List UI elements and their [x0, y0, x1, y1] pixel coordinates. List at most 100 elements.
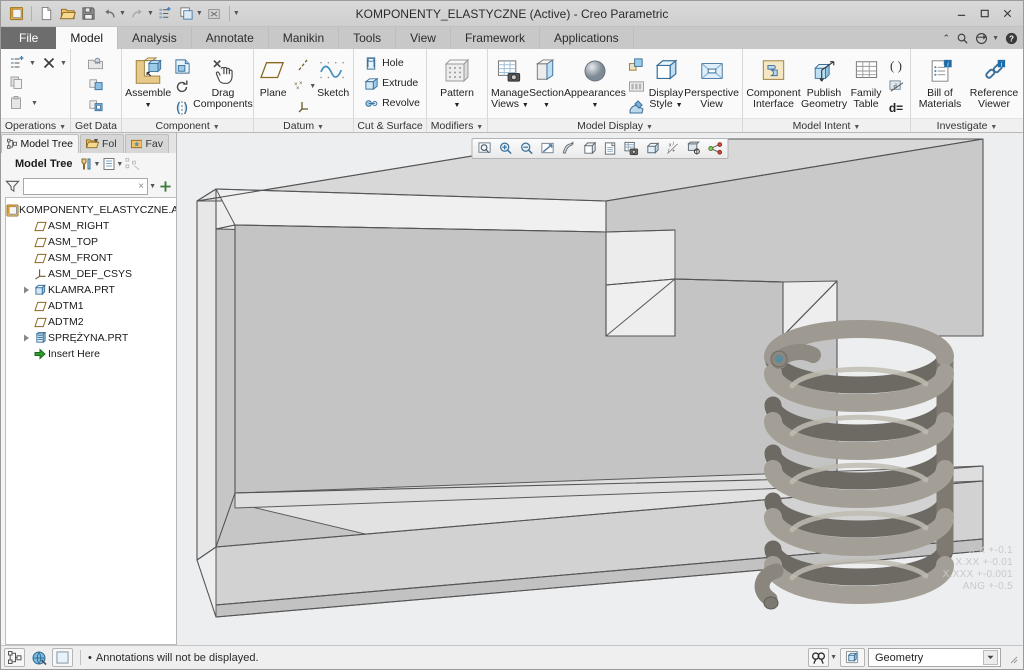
tree-item-insert-here[interactable]: Insert Here	[6, 346, 176, 362]
nav-tab-model-tree[interactable]: Model Tree	[1, 134, 79, 153]
drag-components-button[interactable]: Drag Components	[193, 53, 253, 110]
perspective-view-button[interactable]: Perspective View	[684, 53, 739, 110]
tree-settings-dropdown-icon[interactable]: ▼	[93, 161, 100, 168]
shrinkwrap-button[interactable]	[85, 95, 107, 115]
ribbon-group-model-intent-title[interactable]: Model Intent ▼	[743, 118, 910, 132]
new-icon[interactable]	[37, 4, 56, 23]
revolve-button[interactable]: Revolve	[360, 93, 423, 113]
tab-model[interactable]: Model	[56, 27, 119, 49]
appearances-button[interactable]: Appearances ▼	[564, 53, 626, 111]
tree-display-icon[interactable]	[102, 157, 116, 171]
manage-views-button[interactable]: Manage Views ▼	[491, 53, 529, 111]
search-tool-icon[interactable]	[808, 648, 830, 667]
tree-item-asm-front[interactable]: ASM_FRONT	[6, 250, 176, 266]
merge-inheritance-button[interactable]	[85, 74, 107, 94]
regenerate-icon[interactable]	[156, 4, 175, 23]
nav-tab-favorites[interactable]: Fav	[125, 134, 169, 153]
tree-item-asm-right[interactable]: ASM_RIGHT	[6, 218, 176, 234]
view-manager-icon[interactable]	[622, 140, 642, 158]
redo-icon[interactable]	[128, 4, 147, 23]
pattern-dropdown-icon[interactable]: ▼	[454, 102, 461, 109]
zoom-out-icon[interactable]	[517, 140, 537, 158]
tree-settings-icon[interactable]	[79, 157, 93, 171]
explode-view-button[interactable]	[626, 55, 648, 75]
tree-item-adtm2[interactable]: ADTM2	[6, 314, 176, 330]
spin-center-icon[interactable]	[685, 140, 705, 158]
assemble-button[interactable]: Assemble ▼	[125, 53, 171, 111]
close-window-icon[interactable]	[205, 4, 224, 23]
pattern-button[interactable]: Pattern ▼	[430, 53, 484, 111]
ribbon-group-get-data-title[interactable]: Get Data ▼	[70, 118, 122, 145]
model-tree[interactable]: KOMPONENTY_ELASTYCZNE.ASM ASM_RIGHT ASM_…	[5, 197, 176, 645]
tree-item-sprezyna[interactable]: SPRĘŻYNA.PRT	[6, 330, 176, 346]
publish-geometry-button[interactable]: Publish Geometry	[801, 53, 847, 110]
section-dropdown-icon[interactable]: ▼	[543, 102, 550, 109]
filter-dropdown-icon[interactable]: ▼	[149, 183, 156, 190]
import-button[interactable]	[85, 53, 107, 73]
repaint-icon[interactable]	[538, 140, 558, 158]
perspective-icon[interactable]	[643, 140, 663, 158]
relations-button[interactable]: d	[885, 76, 907, 96]
save-icon[interactable]	[79, 4, 98, 23]
ribbon-group-operations-title[interactable]: Operations ▼	[1, 118, 70, 132]
ribbon-group-datum-title[interactable]: Datum ▼	[254, 118, 354, 132]
hole-button[interactable]: Hole	[360, 53, 407, 73]
datum-display-icon[interactable]	[559, 140, 579, 158]
component-interface-button[interactable]: Component Interface	[746, 53, 801, 110]
active-window-icon[interactable]	[840, 648, 865, 667]
ribbon-group-model-display-title[interactable]: Model Display ▼	[488, 118, 742, 132]
tab-file[interactable]: File	[1, 27, 57, 49]
selection-filter-combo[interactable]: Geometry	[868, 648, 1001, 667]
sketch-button[interactable]: Sketch	[316, 53, 350, 99]
tab-manikin[interactable]: Manikin	[269, 27, 340, 49]
refit-icon[interactable]	[475, 140, 495, 158]
tab-applications[interactable]: Applications	[540, 27, 634, 49]
filter-clear-icon[interactable]: ×	[138, 181, 144, 192]
repeat-button[interactable]	[171, 77, 193, 97]
drag-packaged-icon[interactable]	[706, 140, 726, 158]
maximize-button[interactable]	[973, 3, 996, 25]
minimize-button[interactable]	[950, 3, 973, 25]
family-table-button[interactable]: Family Table	[847, 53, 885, 110]
tree-item-klamra[interactable]: KLAMRA.PRT	[6, 282, 176, 298]
paste-dropdown-icon[interactable]: ▼	[31, 100, 38, 107]
open-icon[interactable]	[58, 4, 77, 23]
window-switch-dropdown-icon[interactable]: ▼	[196, 10, 203, 17]
datum-point-button[interactable]: × × ×	[289, 76, 311, 96]
model-tree-toggle-icon[interactable]	[4, 648, 25, 667]
tree-filter-off-icon[interactable]	[125, 157, 140, 171]
dimension-button[interactable]: d=	[885, 97, 907, 117]
search-tool-dropdown-icon[interactable]: ▼	[830, 654, 837, 661]
plane-button[interactable]: Plane	[257, 53, 289, 99]
tab-annotate[interactable]: Annotate	[192, 27, 269, 49]
saved-orientations-icon[interactable]	[601, 140, 621, 158]
datum-point-dropdown-icon[interactable]: ▼	[309, 83, 316, 90]
close-button[interactable]	[996, 3, 1019, 25]
appearance-gallery-button[interactable]	[626, 97, 648, 117]
tab-framework[interactable]: Framework	[451, 27, 540, 49]
resize-grip-icon[interactable]	[1006, 652, 1018, 664]
zoom-in-icon[interactable]	[496, 140, 516, 158]
annotation-display-icon[interactable]: x / / +	[664, 140, 684, 158]
tree-item-asm-top[interactable]: ASM_TOP	[6, 234, 176, 250]
creo-logo-icon[interactable]	[7, 4, 26, 23]
create-component-button[interactable]	[171, 56, 193, 76]
reference-viewer-button[interactable]: i Reference Viewer	[968, 53, 1020, 110]
display-style-dropdown-icon[interactable]: ▼	[676, 102, 683, 109]
graphics-window-icon[interactable]	[52, 648, 73, 667]
ribbon-group-investigate-title[interactable]: Investigate ▼	[911, 118, 1023, 132]
coordinate-system-button[interactable]	[292, 97, 314, 117]
mirror-component-button[interactable]	[171, 98, 193, 118]
regenerate-dropdown-icon[interactable]: ▼	[29, 60, 36, 67]
tab-view[interactable]: View	[396, 27, 451, 49]
undo-icon[interactable]	[100, 4, 119, 23]
tab-tools[interactable]: Tools	[339, 27, 397, 49]
tree-item-adtm1[interactable]: ADTM1	[6, 298, 176, 314]
refresh-icon[interactable]	[975, 32, 988, 45]
model-tree-filter-input[interactable]: ×	[23, 177, 149, 195]
appearances-dropdown-icon[interactable]: ▼	[591, 102, 598, 109]
collapse-ribbon-icon[interactable]: ⌃	[943, 33, 951, 44]
model-3d-view[interactable]	[177, 133, 1023, 630]
tab-analysis[interactable]: Analysis	[118, 27, 192, 49]
datum-axis-button[interactable]	[292, 55, 314, 75]
